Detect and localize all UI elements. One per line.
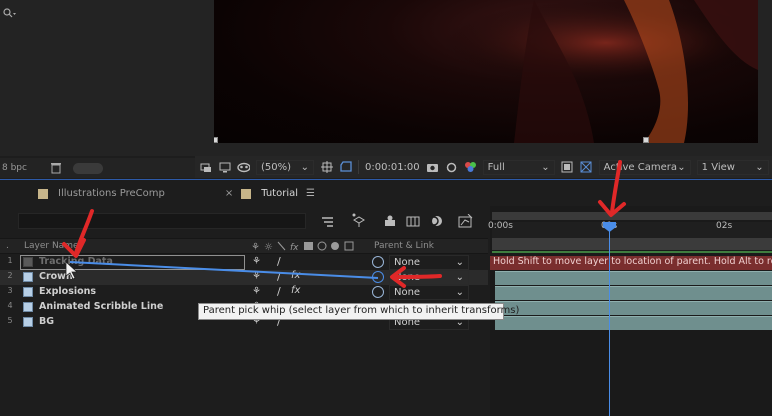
- arrow-annotation-icon: [394, 274, 442, 279]
- arrow-annotation-icon: [74, 209, 94, 255]
- annotation-arrows: [62, 160, 626, 288]
- arrow-annotation-icon: [610, 160, 622, 214]
